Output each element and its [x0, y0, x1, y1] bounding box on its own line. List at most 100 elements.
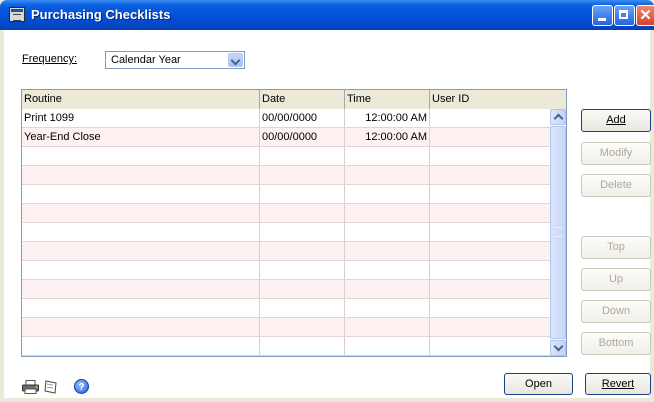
date-cell — [260, 318, 345, 336]
date-cell — [260, 223, 345, 241]
time-cell — [345, 147, 430, 165]
table-row[interactable] — [22, 166, 550, 185]
user-id-cell — [430, 318, 550, 336]
time-cell — [345, 242, 430, 260]
modify-button[interactable]: Modify — [581, 142, 651, 165]
column-header-time[interactable]: Time — [345, 90, 430, 109]
user-id-cell — [430, 166, 550, 184]
move-bottom-button[interactable]: Bottom — [581, 332, 651, 355]
table-row[interactable]: Year-End Close 00/00/0000 12:00:00 AM — [22, 128, 550, 147]
column-header-date[interactable]: Date — [260, 90, 345, 109]
scroll-thumb[interactable] — [550, 126, 566, 339]
minimize-button[interactable] — [592, 5, 613, 26]
table-row[interactable]: Print 1099 00/00/0000 12:00:00 AM — [22, 109, 550, 128]
date-cell — [260, 166, 345, 184]
move-up-button[interactable]: Up — [581, 268, 651, 291]
routine-cell — [22, 185, 260, 203]
frequency-value: Calendar Year — [111, 54, 181, 66]
window-title: Purchasing Checklists — [31, 7, 171, 22]
move-top-button[interactable]: Top — [581, 236, 651, 259]
table-row[interactable] — [22, 223, 550, 242]
date-cell — [260, 299, 345, 317]
window-app-icon — [9, 7, 25, 22]
maximize-button[interactable] — [614, 5, 635, 26]
table-row[interactable] — [22, 204, 550, 223]
scroll-down-icon[interactable] — [550, 340, 566, 356]
close-button[interactable]: ✕ — [636, 5, 654, 26]
time-cell: 12:00:00 AM — [345, 128, 430, 146]
routine-cell — [22, 223, 260, 241]
time-cell — [345, 166, 430, 184]
date-cell: 00/00/0000 — [260, 109, 345, 127]
open-button[interactable]: Open — [504, 373, 573, 395]
note-icon[interactable] — [44, 380, 58, 394]
time-cell — [345, 337, 430, 355]
routine-cell — [22, 242, 260, 260]
routine-cell: Year-End Close — [22, 128, 260, 146]
routine-cell — [22, 204, 260, 222]
time-cell — [345, 223, 430, 241]
time-cell — [345, 280, 430, 298]
date-cell — [260, 204, 345, 222]
table-row[interactable] — [22, 337, 550, 356]
grid-rows: Print 1099 00/00/0000 12:00:00 AM Year-E… — [22, 109, 550, 356]
user-id-cell — [430, 128, 550, 146]
table-row[interactable] — [22, 299, 550, 318]
table-row[interactable] — [22, 261, 550, 280]
vertical-scrollbar[interactable] — [550, 109, 566, 356]
date-cell — [260, 185, 345, 203]
user-id-cell — [430, 337, 550, 355]
user-id-cell — [430, 223, 550, 241]
routine-cell — [22, 318, 260, 336]
table-row[interactable] — [22, 242, 550, 261]
purchasing-checklists-window: Purchasing Checklists ✕ Frequency: Calen… — [0, 0, 654, 402]
routine-cell — [22, 280, 260, 298]
user-id-cell — [430, 299, 550, 317]
add-button[interactable]: Add — [581, 109, 651, 132]
help-icon[interactable]: ? — [74, 379, 89, 394]
time-cell — [345, 261, 430, 279]
date-cell — [260, 261, 345, 279]
user-id-cell — [430, 261, 550, 279]
title-bar[interactable]: Purchasing Checklists ✕ — [0, 0, 654, 30]
column-header-user-id[interactable]: User ID — [430, 90, 566, 109]
move-down-button[interactable]: Down — [581, 300, 651, 323]
date-cell — [260, 280, 345, 298]
column-header-routine[interactable]: Routine — [22, 90, 260, 109]
routine-cell — [22, 166, 260, 184]
frequency-label: Frequency: — [22, 53, 78, 65]
routine-cell: Print 1099 — [22, 109, 260, 127]
close-icon: ✕ — [639, 7, 652, 24]
time-cell — [345, 204, 430, 222]
chevron-down-icon[interactable] — [228, 53, 243, 67]
routine-cell — [22, 261, 260, 279]
user-id-cell — [430, 242, 550, 260]
time-cell — [345, 185, 430, 203]
delete-button[interactable]: Delete — [581, 174, 651, 197]
date-cell — [260, 147, 345, 165]
routine-cell — [22, 337, 260, 355]
time-cell — [345, 299, 430, 317]
user-id-cell — [430, 204, 550, 222]
routine-cell — [22, 299, 260, 317]
frequency-dropdown[interactable]: Calendar Year — [105, 51, 245, 69]
scroll-up-icon[interactable] — [550, 109, 566, 125]
grid-header: Routine Date Time User ID — [22, 90, 566, 110]
user-id-cell — [430, 280, 550, 298]
date-cell: 00/00/0000 — [260, 128, 345, 146]
user-id-cell — [430, 185, 550, 203]
date-cell — [260, 242, 345, 260]
user-id-cell — [430, 147, 550, 165]
table-row[interactable] — [22, 318, 550, 337]
time-cell — [345, 318, 430, 336]
time-cell: 12:00:00 AM — [345, 109, 430, 127]
user-id-cell — [430, 109, 550, 127]
printer-icon[interactable] — [22, 380, 40, 394]
table-row[interactable] — [22, 185, 550, 204]
routine-cell — [22, 147, 260, 165]
table-row[interactable] — [22, 280, 550, 299]
date-cell — [260, 337, 345, 355]
revert-button[interactable]: Revert — [585, 373, 651, 395]
table-row[interactable] — [22, 147, 550, 166]
checklist-grid: Routine Date Time User ID Print 1099 00/… — [21, 89, 567, 357]
